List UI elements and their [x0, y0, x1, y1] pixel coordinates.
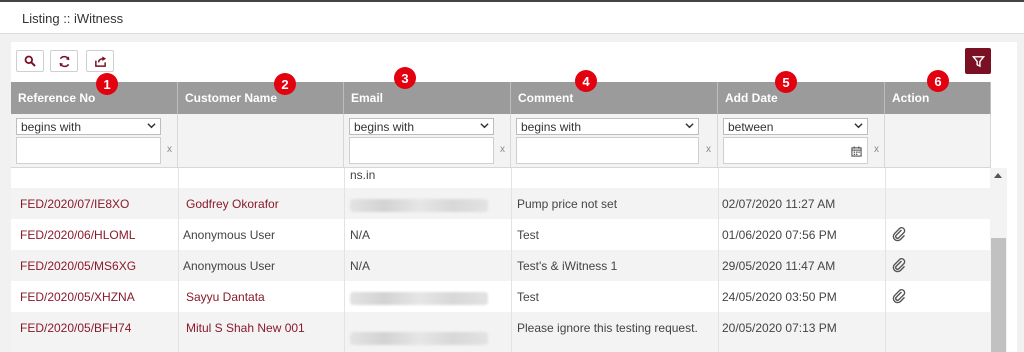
- reference-filter-input[interactable]: [16, 137, 161, 164]
- reference-link[interactable]: FED/2020/07/IE8XO: [20, 197, 129, 211]
- annotation-badge-2: 2: [274, 73, 296, 95]
- operator-value: between: [728, 120, 774, 134]
- column-divider: [178, 168, 179, 352]
- attachment-icon[interactable]: [891, 226, 907, 242]
- operator-value: begins with: [21, 120, 82, 134]
- calendar-icon[interactable]: [851, 146, 862, 157]
- email-clear-button[interactable]: x: [500, 144, 505, 155]
- column-divider: [718, 168, 719, 352]
- attachment-icon[interactable]: [891, 257, 907, 273]
- annotation-badge-3: 3: [394, 67, 416, 89]
- table-row[interactable]: FED/2020/05/MS6XG Anonymous User N/A Tes…: [11, 250, 991, 281]
- export-button[interactable]: [86, 50, 114, 72]
- comment-cell: Test's & iWitness 1: [517, 259, 618, 273]
- filter-toggle-button[interactable]: [965, 48, 991, 74]
- annotation-badge-5: 5: [775, 71, 797, 93]
- chevron-down-icon: [147, 123, 156, 129]
- search-icon: [24, 55, 36, 67]
- table-row[interactable]: FED/2020/06/HLOML Anonymous User N/A Tes…: [11, 219, 991, 250]
- email-cell: N/A: [350, 259, 371, 273]
- table-row[interactable]: FED/2020/05/BFH74 Mitul S Shah New 001 P…: [11, 312, 991, 352]
- column-header-add-date[interactable]: Add Date: [718, 82, 885, 114]
- customer-link[interactable]: Mitul S Shah New 001: [186, 321, 305, 335]
- chevron-down-icon: [854, 123, 863, 129]
- date-cell: 29/05/2020 11:47 AM: [722, 259, 836, 273]
- date-clear-button[interactable]: x: [874, 144, 879, 155]
- column-header-comment[interactable]: Comment: [511, 82, 718, 114]
- comment-filter-input[interactable]: [516, 137, 699, 164]
- comment-cell: Test: [517, 228, 540, 242]
- table-row-partial: ns.in: [11, 168, 991, 188]
- comment-clear-button[interactable]: x: [706, 144, 711, 155]
- date-cell: 20/05/2020 07:13 PM: [722, 321, 837, 335]
- annotation-badge-1: 1: [96, 73, 118, 95]
- scrollbar-thumb[interactable]: [991, 238, 1006, 352]
- comment-cell: Test: [517, 290, 540, 304]
- vertical-scrollbar[interactable]: [990, 168, 1007, 352]
- reference-clear-button[interactable]: x: [167, 144, 172, 155]
- annotation-badge-6: 6: [927, 70, 949, 92]
- filter-cell-action: [885, 114, 991, 168]
- customer-link[interactable]: Sayyu Dantata: [186, 290, 265, 304]
- reference-link[interactable]: FED/2020/05/XHZNA: [20, 290, 135, 304]
- operator-value: begins with: [354, 120, 415, 134]
- date-operator-select[interactable]: between: [723, 118, 868, 135]
- email-cell: N/A: [350, 228, 371, 242]
- header-label: Customer Name: [185, 91, 278, 105]
- header-label: Add Date: [725, 91, 778, 105]
- listing-panel: Reference No Customer Name Email Comment…: [11, 42, 1017, 352]
- header-label: Reference No: [18, 91, 96, 105]
- grid-body: ns.in FED/2020/07/IE8XO Godfrey Okorafor…: [11, 168, 991, 352]
- filter-cell-comment: begins with x: [511, 114, 718, 168]
- column-header-reference-no[interactable]: Reference No: [11, 82, 178, 114]
- comment-cell: Pump price not set: [517, 197, 618, 211]
- column-divider: [344, 168, 345, 352]
- customer-cell: Anonymous User: [183, 228, 276, 242]
- table-row[interactable]: FED/2020/07/IE8XO Godfrey Okorafor Pump …: [11, 188, 991, 219]
- search-button[interactable]: [16, 50, 44, 72]
- date-cell: 02/07/2020 11:27 AM: [722, 197, 836, 211]
- operator-value: begins with: [521, 120, 582, 134]
- date-filter-input[interactable]: [723, 137, 868, 164]
- header-label: Comment: [518, 91, 574, 105]
- redacted-email: [350, 199, 488, 212]
- column-header-email[interactable]: Email: [344, 82, 511, 114]
- annotation-badge-4: 4: [575, 70, 597, 92]
- header-label: Email: [351, 91, 384, 105]
- export-icon: [94, 55, 106, 67]
- reference-operator-select[interactable]: begins with: [16, 118, 161, 135]
- refresh-button[interactable]: [50, 50, 78, 72]
- column-divider: [885, 168, 886, 352]
- redacted-email: [350, 332, 488, 345]
- filter-icon: [971, 55, 985, 67]
- header-label: Action: [892, 91, 930, 105]
- redacted-email: [350, 292, 488, 305]
- column-divider: [511, 168, 512, 352]
- title-bar: Listing :: iWitness: [0, 0, 1024, 34]
- scroll-up-arrow-icon[interactable]: [994, 172, 1002, 178]
- reference-link[interactable]: FED/2020/05/MS6XG: [20, 259, 136, 273]
- date-cell: 01/06/2020 07:56 PM: [722, 228, 837, 242]
- filter-cell-add-date: between x: [718, 114, 885, 168]
- refresh-icon: [59, 55, 69, 67]
- table-row[interactable]: FED/2020/05/XHZNA Sayyu Dantata Test 24/…: [11, 281, 991, 312]
- chevron-down-icon: [480, 123, 489, 129]
- filter-cell-email: begins with x: [344, 114, 511, 168]
- email-filter-input[interactable]: [349, 137, 494, 164]
- filter-cell-reference: begins with x: [11, 114, 178, 168]
- comment-operator-select[interactable]: begins with: [516, 118, 699, 135]
- email-cell: ns.in: [350, 168, 376, 182]
- customer-cell: Anonymous User: [183, 259, 276, 273]
- reference-link[interactable]: FED/2020/05/BFH74: [20, 321, 131, 335]
- chevron-down-icon: [685, 123, 694, 129]
- reference-link[interactable]: FED/2020/06/HLOML: [20, 228, 135, 242]
- attachment-icon[interactable]: [891, 288, 907, 304]
- customer-link[interactable]: Godfrey Okorafor: [186, 197, 279, 211]
- email-operator-select[interactable]: begins with: [349, 118, 494, 135]
- date-cell: 24/05/2020 03:50 PM: [722, 290, 837, 304]
- page-title: Listing :: iWitness: [22, 11, 124, 26]
- column-header-customer-name[interactable]: Customer Name: [178, 82, 344, 114]
- filter-cell-customer: [178, 114, 344, 168]
- comment-cell: Please ignore this testing request.: [517, 321, 698, 335]
